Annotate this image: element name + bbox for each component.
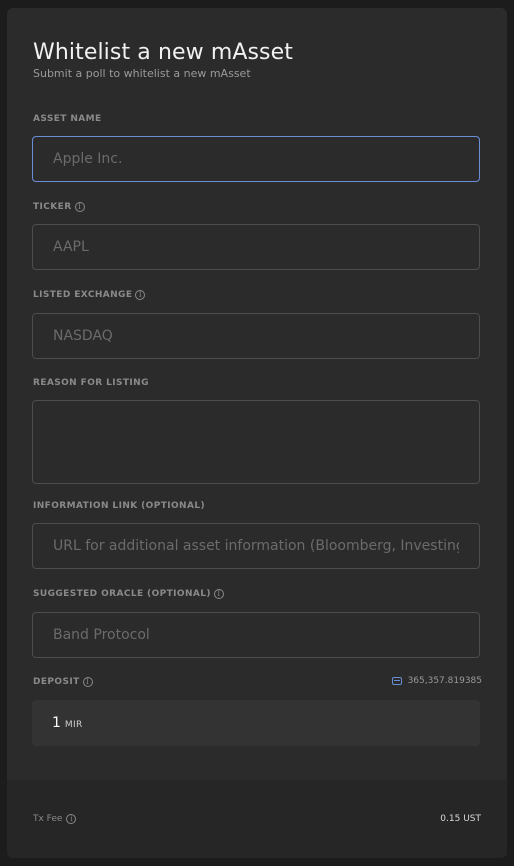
- asset-name-label: ASSET NAME: [33, 114, 102, 124]
- asset-name-input[interactable]: [33, 137, 479, 181]
- asset-name-field[interactable]: [32, 136, 480, 182]
- ticker-label-text: TICKER: [33, 202, 72, 212]
- asset-name-label-text: ASSET NAME: [33, 114, 102, 124]
- ticker-field[interactable]: [32, 224, 480, 270]
- reason-textarea[interactable]: [33, 401, 479, 483]
- reason-label: REASON FOR LISTING: [33, 378, 149, 388]
- tx-fee-label-text: Tx Fee: [33, 814, 63, 824]
- suggested-oracle-label: SUGGESTED ORACLE (OPTIONAL) i: [33, 589, 224, 599]
- info-icon[interactable]: i: [135, 290, 146, 300]
- wallet-balance[interactable]: 365,357.819385: [391, 676, 482, 686]
- suggested-oracle-label-text: SUGGESTED ORACLE (OPTIONAL): [33, 589, 211, 599]
- deposit-label-text: DEPOSIT: [33, 677, 80, 687]
- whitelist-form-card: Whitelist a new mAsset Submit a poll to …: [7, 8, 507, 858]
- info-icon[interactable]: i: [74, 202, 85, 212]
- reason-field[interactable]: [32, 400, 480, 484]
- deposit-label: DEPOSIT i: [33, 677, 93, 687]
- deposit-amount-field: 1 MIR: [32, 700, 480, 746]
- ticker-label: TICKER i: [33, 202, 85, 212]
- info-icon[interactable]: i: [66, 814, 77, 824]
- info-icon[interactable]: i: [82, 677, 93, 687]
- reason-label-text: REASON FOR LISTING: [33, 378, 149, 388]
- information-link-label-text: INFORMATION LINK (OPTIONAL): [33, 501, 206, 511]
- info-icon[interactable]: i: [213, 589, 224, 599]
- listed-exchange-label-text: LISTED EXCHANGE: [33, 290, 133, 300]
- wallet-balance-value: 365,357.819385: [407, 676, 482, 686]
- information-link-label: INFORMATION LINK (OPTIONAL): [33, 501, 205, 511]
- ticker-input[interactable]: [33, 225, 479, 269]
- listed-exchange-label: LISTED EXCHANGE i: [33, 290, 146, 300]
- form-title: Whitelist a new mAsset: [33, 40, 293, 65]
- deposit-amount-value: 1: [52, 715, 61, 731]
- tx-fee-value: 0.15 UST: [440, 814, 481, 824]
- listed-exchange-input[interactable]: [33, 314, 479, 358]
- form-subtitle: Submit a poll to whitelist a new mAsset: [33, 67, 251, 80]
- form-footer: [7, 780, 507, 858]
- tx-fee-label: Tx Fee i: [33, 814, 77, 824]
- listed-exchange-field[interactable]: [32, 313, 480, 359]
- suggested-oracle-input[interactable]: [33, 613, 479, 657]
- information-link-field[interactable]: [32, 523, 480, 569]
- wallet-icon: [391, 677, 402, 685]
- suggested-oracle-field[interactable]: [32, 612, 480, 658]
- information-link-input[interactable]: [33, 524, 479, 568]
- deposit-unit: MIR: [64, 719, 83, 730]
